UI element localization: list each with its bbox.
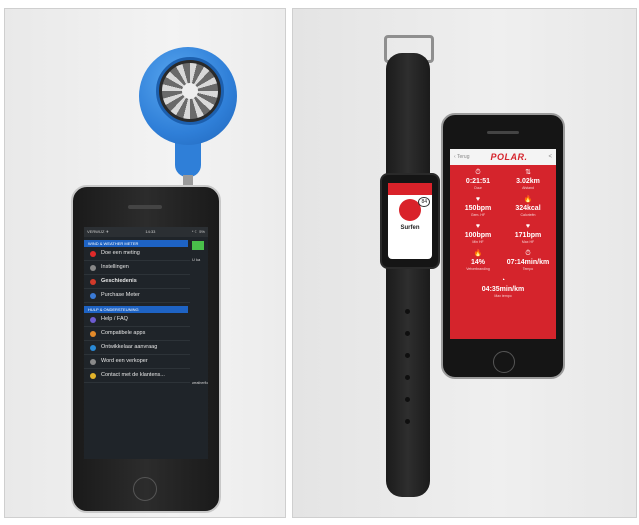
menu-item-label: Purchase Meter — [101, 292, 140, 298]
apps-icon — [90, 330, 96, 337]
menu-item-label: Compatibele apps — [101, 330, 146, 336]
stat-label: Calorieën — [520, 213, 536, 217]
polar-header: ‹ Terug POLAR. < — [450, 149, 556, 165]
stat-value: 150bpm — [464, 205, 492, 212]
stat-max-pace: ◔ 04:35min/km Max tempo — [453, 277, 553, 298]
polar-app-screen: ‹ Terug POLAR. < ⏱ 0:21:51 Duur ⇅ 3.02km Afst… — [450, 149, 556, 339]
carrier-text: VERWIJZ ✈ — [87, 229, 109, 234]
watch-strap — [386, 53, 430, 497]
menu-item-label: Help / FAQ — [101, 316, 128, 322]
stat-icon: 🔥 — [523, 196, 533, 203]
stat-fat-burn: 🔥 14% Vetverbranding — [453, 250, 503, 271]
status-bar: VERWIJZ ✈ 14:33 * ☾ 5% — [84, 227, 208, 237]
stat-label: Max HF — [521, 240, 535, 244]
stat-label: Vetverbranding — [466, 267, 490, 271]
stat-label: Max tempo — [494, 294, 512, 298]
menu-item-label: Instellingen — [101, 264, 129, 270]
stat-min-hr: ♥ 100bpm Min HF — [453, 223, 503, 244]
stat-icon: ♥ — [475, 223, 481, 230]
stat-label: Gem. HF — [470, 213, 486, 217]
stat-icon: ◔ — [500, 277, 506, 284]
stat-label: Afstand — [522, 186, 534, 190]
section-header-weather: WIND & WEATHER METER — [84, 240, 188, 247]
anemometer-photo: VERWIJZ ✈ 14:33 * ☾ 5% WIND & WEATHER ME… — [4, 8, 286, 518]
cart-icon — [90, 292, 96, 299]
stat-icon: ⏱ — [475, 169, 481, 176]
speaker-grille — [487, 131, 519, 134]
question-icon — [90, 316, 96, 323]
fan-hub — [182, 83, 198, 99]
menu-item-help[interactable]: Help / FAQ — [84, 313, 190, 327]
menu-item-settings[interactable]: Instellingen — [84, 261, 190, 275]
record-icon — [90, 250, 96, 257]
stat-avg-hr: ♥ 150bpm Gem. HF — [453, 196, 503, 217]
back-button[interactable]: ‹ Terug — [454, 154, 469, 160]
smartphone-right: ‹ Terug POLAR. < ⏱ 0:21:51 Duur ⇅ 3.02km Afst… — [441, 113, 565, 379]
menu-item-measure[interactable]: Doe een meting — [84, 247, 190, 261]
green-action-button[interactable] — [192, 241, 204, 250]
stat-value: 0:21:51 — [465, 178, 491, 185]
watch-screen[interactable]: 84 Surfen — [388, 183, 432, 259]
home-button[interactable] — [133, 477, 157, 501]
stat-label: Min HF — [472, 240, 484, 244]
weather-app-screen: VERWIJZ ✈ 14:33 * ☾ 5% WIND & WEATHER ME… — [84, 227, 208, 459]
stat-label: Tempo — [522, 267, 534, 271]
stats-grid: ⏱ 0:21:51 Duur ⇅ 3.02km Afstand ♥ 150bpm Gem. HF… — [450, 165, 556, 298]
stat-value: 3.02km — [516, 178, 540, 185]
stat-calories: 🔥 324kcal Calorieën — [503, 196, 553, 217]
section-header-help: HULP & ONDERSTEUNING — [84, 306, 188, 313]
menu-item-label: Word een verkoper — [101, 358, 148, 364]
menu-item-apps[interactable]: Compatibele apps — [84, 327, 190, 341]
sports-watch-photo: 84 Surfen ‹ Terug POLAR. < ⏱ 0:21:51 Duur ⇅… — [292, 8, 637, 518]
home-button[interactable] — [493, 351, 515, 373]
watch-badge: 84 — [418, 197, 430, 207]
lightbulb-icon — [90, 372, 96, 379]
watch-face: 84 Surfen — [380, 173, 440, 269]
menu-item-label: Ontwikkelaar aanvraag — [101, 344, 158, 350]
clock-text: 14:33 — [145, 229, 156, 234]
menu-item-label: Contact met de klantens... — [101, 372, 165, 378]
battery-text: * ☾ 5% — [191, 229, 205, 234]
stat-value: 07:14min/km — [506, 259, 550, 266]
history-icon — [90, 278, 96, 285]
stat-icon: ⏱ — [525, 250, 531, 257]
stat-value: 14% — [470, 259, 485, 266]
stat-label: Duur — [474, 186, 482, 190]
stat-duration: ⏱ 0:21:51 Duur — [453, 169, 503, 190]
menu-item-developer[interactable]: Ontwikkelaar aanvraag — [84, 341, 190, 355]
stat-value: 100bpm — [464, 232, 492, 239]
share-icon[interactable]: < — [548, 154, 552, 160]
menu-item-label: Doe een meting — [101, 250, 140, 256]
speaker-grille — [128, 205, 162, 209]
stat-icon: ♥ — [475, 196, 481, 203]
stat-icon: ⇅ — [525, 169, 531, 176]
smartphone-left: VERWIJZ ✈ 14:33 * ☾ 5% WIND & WEATHER ME… — [71, 185, 221, 513]
stat-icon: 🔥 — [473, 250, 483, 257]
stat-value: 324kcal — [515, 205, 541, 212]
watch-heart-zone-bar — [388, 183, 432, 195]
polar-logo: POLAR. — [490, 152, 528, 162]
stat-value: 171bpm — [514, 232, 542, 239]
code-icon — [90, 344, 96, 351]
tag-icon — [90, 358, 96, 365]
brand-logo: weatherflow — [192, 381, 208, 385]
stat-pace: ⏱ 07:14min/km Tempo — [503, 250, 553, 271]
stat-value: 04:35min/km — [481, 286, 525, 293]
stat-max-hr: ♥ 171bpm Max HF — [503, 223, 553, 244]
menu-item-reseller[interactable]: Word een verkoper — [84, 355, 190, 369]
side-text: U ka — [192, 257, 201, 262]
gear-icon — [90, 264, 96, 271]
menu-item-history[interactable]: Geschiedenis — [84, 275, 190, 289]
menu-item-contact[interactable]: Contact met de klantens... — [84, 369, 190, 383]
watch-activity-label: Surfen — [400, 225, 420, 231]
stat-distance: ⇅ 3.02km Afstand — [503, 169, 553, 190]
stat-icon: ♥ — [525, 223, 531, 230]
menu-item-label: Geschiedenis — [101, 278, 137, 284]
menu-item-purchase[interactable]: Purchase Meter — [84, 289, 190, 303]
